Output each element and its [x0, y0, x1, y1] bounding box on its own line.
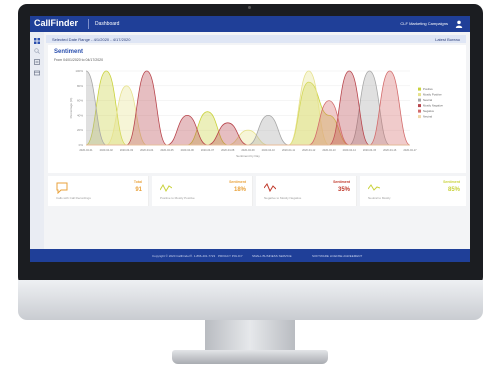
y-tick-label: 60%	[77, 99, 83, 103]
metric-total[interactable]: Calls with Call Recordings Total 91	[48, 176, 149, 206]
footer-link-service[interactable]: SMALL BUSINESS SERVICE	[252, 254, 292, 258]
metric-neutral[interactable]: Neutral to Mostly Sentiment 85%	[360, 176, 466, 206]
metric-label: Neutral to Mostly	[368, 196, 391, 200]
monitor-stand	[205, 320, 295, 354]
campaign-selector[interactable]: CLF Marketing Campaigns	[400, 21, 448, 26]
sidebar	[30, 32, 44, 262]
legend-label: Mostly Negative	[423, 104, 443, 108]
x-tick-label: 2020-04-01	[79, 148, 93, 152]
date-range-bar[interactable]: Selected Date Range - 4/1/2020 - 4/17/20…	[46, 35, 466, 43]
metric-value: 18%	[233, 187, 246, 193]
metric-value: 91	[135, 187, 142, 193]
x-tick-label: 2020-04-09	[241, 148, 255, 152]
legend-swatch	[418, 104, 421, 108]
metric-negative[interactable]: Negative to Mostly Negative Sentiment 35…	[256, 176, 357, 206]
app-screen: CallFinder Dashboard CLF Marketing Campa…	[30, 16, 470, 262]
search-icon[interactable]	[34, 48, 40, 54]
x-tick-label: 2020-04-03	[120, 148, 134, 152]
x-tick-label: 2020-04-07	[201, 148, 215, 152]
y-tick-label: 40%	[77, 113, 83, 117]
monitor-base	[172, 350, 328, 364]
metric-value: 85%	[447, 187, 460, 193]
monitor-chin	[18, 280, 483, 320]
trend-line-icon	[368, 184, 380, 191]
metric-value: 35%	[337, 187, 350, 193]
metric-positive[interactable]: Positive to Mostly Positive Sentiment 18…	[152, 176, 253, 206]
footer: Copyright © 2020 CallFinder®. 1-866-401-…	[30, 249, 470, 262]
x-tick-label: 2020-04-10	[262, 148, 276, 152]
sentiment-chart[interactable]: 100% 80% 60% 40% 20% 0% Percentage (%) 2020-04-…	[48, 45, 466, 173]
chat-bubble-icon	[56, 182, 68, 194]
camera	[248, 6, 251, 9]
y-tick-label: 80%	[77, 84, 83, 88]
y-axis-label: Percentage (%)	[69, 98, 73, 119]
x-tick-label: 2020-04-14	[343, 148, 357, 152]
settings-icon[interactable]	[34, 70, 40, 76]
y-tick-label: 100%	[75, 69, 83, 73]
metric-label: Negative to Mostly Negative	[264, 196, 302, 200]
metric-label: Positive to Mostly Positive	[160, 196, 195, 200]
x-tick-label: 2020-04-12	[302, 148, 316, 152]
legend-swatch	[418, 115, 421, 119]
metric-caption: Sentiment	[229, 180, 246, 184]
legend-swatch	[418, 93, 421, 97]
dashboard-icon[interactable]	[34, 38, 40, 44]
x-tick-label: 2020-04-16	[383, 148, 397, 152]
y-tick-label: 0%	[79, 143, 84, 147]
x-axis-label: Sentiment by Day	[236, 154, 260, 158]
x-tick-label: 2020-04-17	[403, 148, 417, 152]
x-tick-label: 2020-04-08	[221, 148, 235, 152]
x-tick-label: 2020-04-02	[100, 148, 114, 152]
legend-label: Negative	[423, 109, 434, 113]
x-tick-label: 2020-04-11	[282, 148, 296, 152]
x-tick-label: 2020-04-13	[322, 148, 336, 152]
user-icon[interactable]	[455, 20, 463, 28]
top-navigation: CallFinder Dashboard CLF Marketing Campa…	[30, 16, 470, 32]
metric-caption: Sentiment	[443, 180, 460, 184]
callfinder-logo[interactable]: CallFinder	[34, 18, 78, 28]
metric-caption: Total	[133, 180, 142, 184]
legend-label: Positive	[423, 87, 433, 91]
legend-label: Neutral	[423, 98, 432, 102]
y-tick-label: 20%	[77, 128, 83, 132]
x-tick-label: 2020-04-04	[140, 148, 154, 152]
metrics-row: Calls with Call Recordings Total 91 Posi…	[48, 176, 466, 206]
trend-line-icon	[160, 183, 172, 193]
footer-copyright: Copyright © 2020 CallFinder®. 1-866-401-…	[152, 253, 216, 258]
reports-icon[interactable]	[34, 59, 40, 65]
logo-separator	[88, 19, 89, 29]
x-tick-label: 2020-04-15	[363, 148, 377, 152]
legend-label: Neutral	[423, 115, 432, 119]
trend-line-icon	[264, 183, 276, 193]
footer-link-privacy[interactable]: PRIVACY POLICY	[218, 254, 243, 258]
dashboard-title[interactable]: Dashboard	[95, 21, 119, 27]
date-range-label: Selected Date Range - 4/1/2020 - 4/17/20…	[52, 36, 131, 42]
footer-link-license[interactable]: SOFTWARE LICENSE AGREEMENT	[312, 254, 362, 258]
metric-label: Calls with Call Recordings	[56, 196, 91, 200]
x-tick-label: 2020-04-05	[160, 148, 174, 152]
sentiment-card: Sentiment From 04/01/2020 to 04/17/2020 …	[48, 45, 466, 173]
legend-swatch	[418, 109, 421, 113]
legend-swatch	[418, 87, 421, 91]
metric-caption: Sentiment	[333, 180, 350, 184]
x-tick-label: 2020-04-06	[181, 148, 195, 152]
date-range-action[interactable]: Latest Bureau	[435, 37, 460, 42]
legend-swatch	[418, 98, 421, 102]
legend-label: Mostly Positive	[423, 93, 442, 97]
